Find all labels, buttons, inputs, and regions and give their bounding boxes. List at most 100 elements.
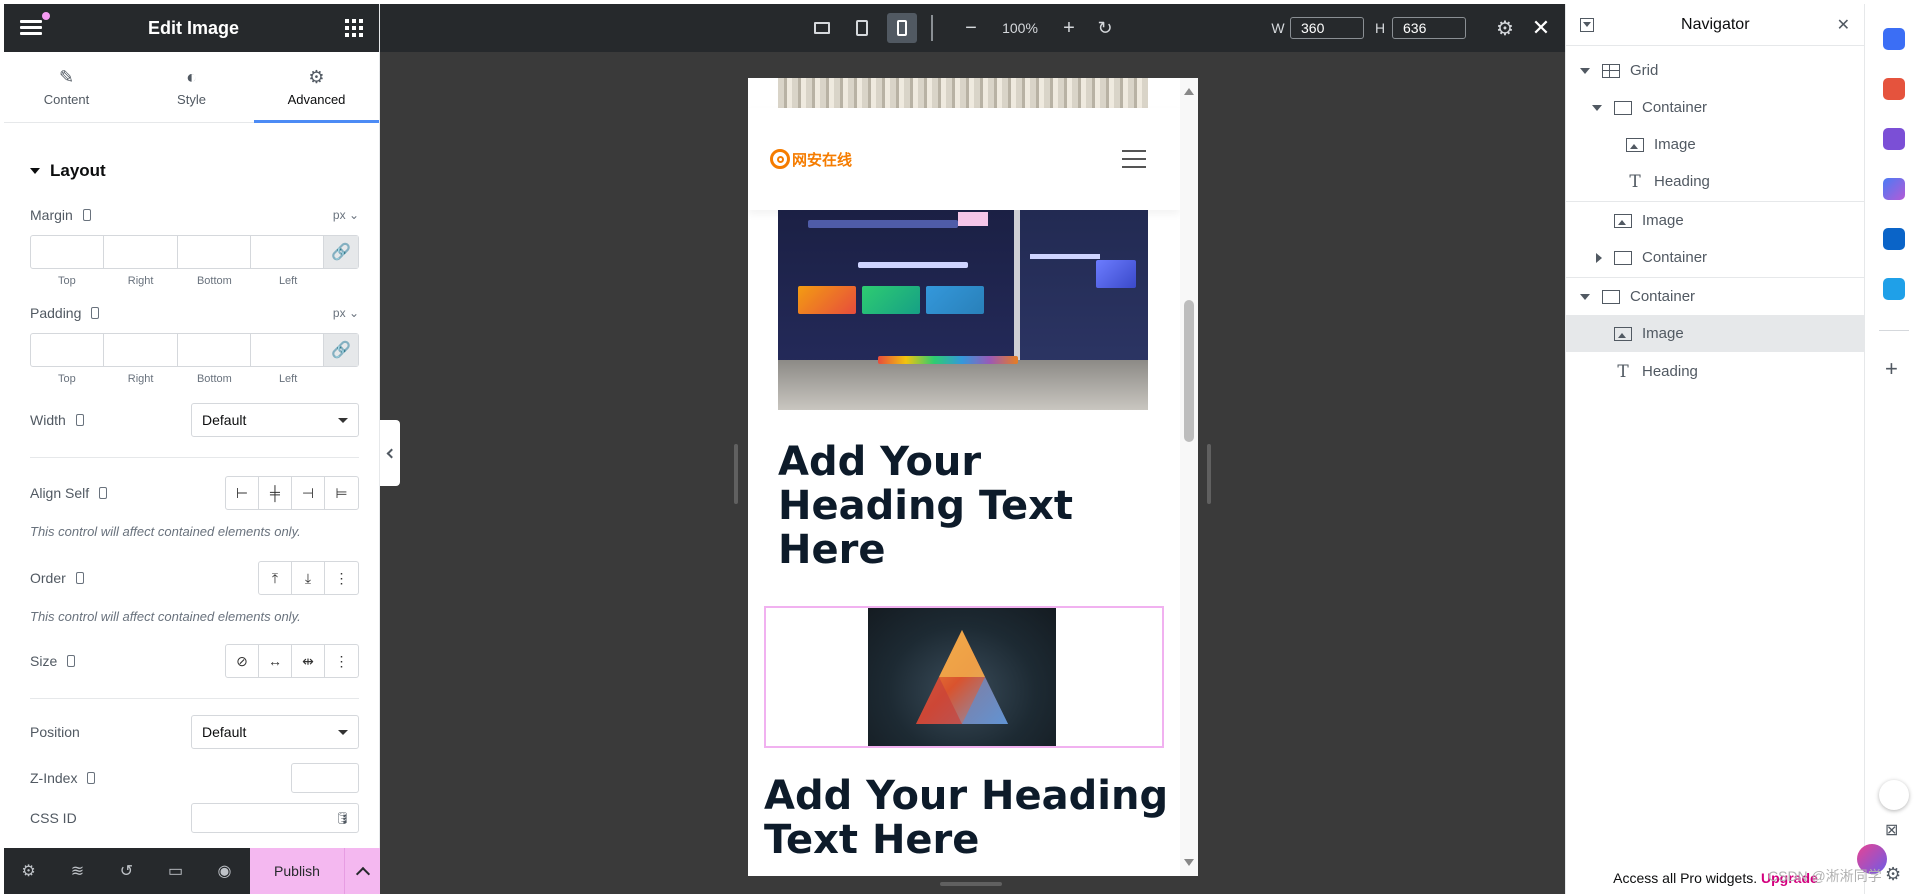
heading-widget[interactable]: Add Your Heading Text Here — [778, 440, 1138, 572]
window-blinds-image[interactable] — [778, 78, 1148, 111]
zoom-in-button[interactable]: + — [1054, 4, 1084, 52]
width-input[interactable]: 360 — [1290, 17, 1364, 39]
resize-handle-left[interactable] — [734, 444, 738, 504]
margin-right-input[interactable] — [104, 236, 178, 268]
navigator-item-image[interactable]: Image — [1566, 126, 1865, 163]
tab-advanced[interactable]: ⚙ Advanced — [254, 52, 379, 123]
height-input[interactable]: 636 — [1392, 17, 1466, 39]
padding-top-input[interactable] — [31, 334, 105, 366]
scroll-up-icon[interactable] — [1184, 88, 1194, 95]
margin-bottom-input[interactable] — [178, 236, 251, 268]
desktop-view-button[interactable] — [807, 4, 837, 52]
zoom-out-button[interactable]: − — [956, 4, 986, 52]
tablet-view-button[interactable] — [847, 4, 877, 52]
expand-toggle-icon[interactable] — [1580, 67, 1590, 74]
responsive-mobile-icon[interactable] — [87, 772, 96, 784]
responsive-mobile-icon[interactable] — [75, 572, 84, 584]
navigator-item-container[interactable]: Container — [1566, 89, 1865, 126]
margin-unit-select[interactable]: px ⌄ — [333, 208, 359, 222]
settings-icon[interactable]: ⚙ — [1885, 864, 1901, 885]
breakpoint-settings-button[interactable]: ⚙ — [1490, 4, 1520, 52]
layers-icon[interactable]: ≋ — [53, 861, 102, 881]
navigator-item-heading[interactable]: T Heading — [1566, 163, 1865, 200]
monitor-photo-image[interactable] — [778, 210, 1148, 410]
pyramid-artwork-image[interactable] — [868, 608, 1056, 746]
close-icon[interactable]: ✕ — [1837, 15, 1850, 35]
size-shrink-icon[interactable]: ⇹ — [292, 645, 325, 677]
align-start-icon[interactable]: ⊢ — [226, 477, 259, 509]
navigator-item-image-selected[interactable]: Image — [1566, 315, 1865, 352]
expand-toggle-icon[interactable] — [1592, 104, 1602, 111]
reset-zoom-button[interactable]: ↻ — [1090, 4, 1120, 52]
send-icon[interactable] — [1883, 278, 1905, 300]
preview-scrollbar[interactable] — [1180, 78, 1198, 876]
margin-top-input[interactable] — [31, 236, 105, 268]
publish-button[interactable]: Publish — [250, 848, 380, 894]
align-center-icon[interactable]: ╪ — [259, 477, 292, 509]
z-index-input[interactable] — [291, 763, 359, 793]
history-icon[interactable]: ↺ — [102, 861, 151, 881]
tab-style[interactable]: ◐ Style — [129, 52, 254, 122]
padding-right-input[interactable] — [104, 334, 178, 366]
navigator-item-grid[interactable]: Grid — [1566, 52, 1865, 89]
layout-section-toggle[interactable]: Layout — [30, 161, 359, 181]
navigator-item-container[interactable]: Container — [1566, 239, 1865, 276]
width-select[interactable]: Default — [191, 403, 359, 437]
navigator-item-image[interactable]: Image — [1566, 202, 1865, 239]
collapse-panel-button[interactable] — [380, 420, 400, 486]
collapse-all-icon[interactable] — [1580, 17, 1594, 32]
preview-eye-icon[interactable]: ◉ — [200, 861, 249, 881]
games-icon[interactable] — [1883, 128, 1905, 150]
gear-icon: ⚙ — [1496, 17, 1514, 40]
heading-widget[interactable]: Add Your Heading Text Here — [764, 774, 1174, 862]
tag-icon[interactable] — [1883, 28, 1905, 50]
align-end-icon[interactable]: ⊣ — [292, 477, 325, 509]
dynamic-tags-icon[interactable]: 🛢 — [335, 811, 350, 825]
link-values-button[interactable]: 🔗 — [324, 236, 358, 268]
responsive-mobile-icon[interactable] — [67, 655, 76, 667]
link-values-button[interactable]: 🔗 — [324, 334, 358, 366]
expand-toggle-icon[interactable] — [1580, 293, 1590, 300]
css-id-input[interactable]: 🛢 — [191, 803, 359, 833]
margin-left-input[interactable] — [251, 236, 324, 268]
resize-handle-right[interactable] — [1207, 444, 1211, 504]
align-stretch-icon[interactable]: ⊨ — [325, 477, 358, 509]
padding-left-input[interactable] — [251, 334, 324, 366]
copilot-icon[interactable] — [1883, 178, 1905, 200]
mobile-view-button[interactable] — [887, 4, 917, 52]
more-options-icon[interactable]: ⋮ — [325, 645, 358, 677]
settings-icon[interactable]: ⚙ — [4, 861, 53, 881]
padding-bottom-input[interactable] — [178, 334, 251, 366]
outlook-icon[interactable] — [1883, 228, 1905, 250]
padding-unit-select[interactable]: px ⌄ — [333, 306, 359, 320]
responsive-mobile-icon[interactable] — [91, 307, 100, 319]
padding-inputs: 🔗 — [30, 333, 359, 367]
order-start-icon[interactable]: ⤒ — [259, 562, 292, 594]
publish-options-button[interactable] — [344, 848, 380, 894]
scrollbar-thumb[interactable] — [1184, 300, 1194, 442]
close-responsive-button[interactable]: ✕ — [1526, 4, 1556, 52]
menu-icon[interactable] — [20, 12, 50, 36]
more-options-icon[interactable]: ⋮ — [325, 562, 358, 594]
responsive-mobile-icon[interactable] — [75, 414, 84, 426]
add-icon[interactable]: + — [1885, 356, 1898, 382]
size-none-icon[interactable]: ⊘ — [226, 645, 259, 677]
responsive-mobile-icon[interactable] — [99, 487, 108, 499]
order-end-icon[interactable]: ⤓ — [292, 562, 325, 594]
toolbox-icon[interactable] — [1883, 78, 1905, 100]
responsive-mobile-icon[interactable] — [82, 209, 91, 221]
scroll-down-icon[interactable] — [1184, 859, 1194, 866]
position-select[interactable]: Default — [191, 715, 359, 749]
widgets-grid-icon[interactable] — [345, 19, 363, 37]
navigator-item-container[interactable]: Container — [1566, 278, 1865, 315]
responsive-icon[interactable]: ▭ — [151, 861, 200, 881]
size-grow-icon[interactable]: ↔ — [259, 645, 292, 677]
translate-icon[interactable] — [1879, 780, 1909, 810]
screenshot-icon[interactable]: ⊠ — [1885, 820, 1898, 840]
hamburger-menu-icon[interactable] — [1122, 150, 1146, 168]
tab-content[interactable]: ✎ Content — [4, 52, 129, 122]
resize-handle-bottom[interactable] — [940, 882, 1002, 886]
expand-toggle-icon[interactable] — [1596, 252, 1602, 263]
site-logo[interactable]: 网安在线 — [770, 149, 852, 170]
navigator-item-heading[interactable]: T Heading — [1566, 353, 1865, 390]
